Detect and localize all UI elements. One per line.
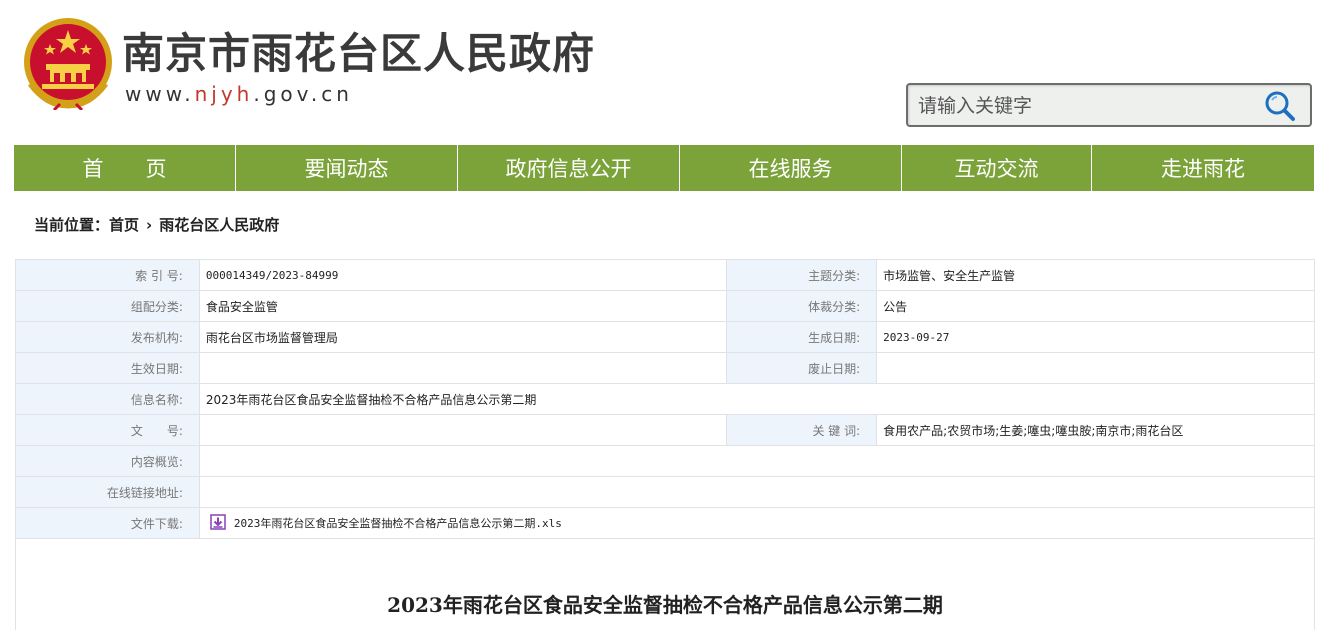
effective-date-value bbox=[198, 352, 728, 384]
site-url[interactable]: www.njyh.gov.cn bbox=[125, 82, 353, 106]
summary-value bbox=[198, 445, 1316, 477]
nav-item-about[interactable]: 走进雨花 bbox=[1092, 145, 1314, 191]
table-row: 信息名称: 2023年雨花台区食品安全监督抽检不合格产品信息公示第二期 bbox=[15, 383, 1316, 415]
info-name-value: 2023年雨花台区食品安全监督抽检不合格产品信息公示第二期 bbox=[198, 383, 1316, 415]
index-label: 索 引 号: bbox=[15, 259, 200, 291]
table-row: 发布机构: 雨花台区市场监督管理局 生成日期: 2023-09-27 bbox=[15, 321, 1315, 353]
table-row: 文件下载: 2023年雨花台区食品安全监督抽检不合格产品信息公示第二期.xls bbox=[15, 507, 1316, 539]
online-link-label: 在线链接地址: bbox=[15, 476, 200, 508]
genre-value: 公告 bbox=[876, 290, 1315, 322]
table-row: 生效日期: 废止日期: bbox=[15, 352, 1315, 384]
article-panel: 2023年雨花台区食品安全监督抽检不合格产品信息公示第二期 bbox=[15, 539, 1315, 630]
search-icon[interactable] bbox=[1264, 90, 1296, 122]
article-title: 2023年雨花台区食品安全监督抽检不合格产品信息公示第二期 bbox=[387, 593, 943, 617]
table-row: 在线链接地址: bbox=[15, 476, 1316, 508]
table-row: 内容概览: bbox=[15, 445, 1316, 477]
index-value: 000014349/2023-84999 bbox=[198, 259, 728, 291]
table-row: 索 引 号: 000014349/2023-84999 主题分类: 市场监管、安… bbox=[15, 259, 1315, 291]
table-row: 组配分类: 食品安全监管 体裁分类: 公告 bbox=[15, 290, 1315, 322]
genre-label: 体裁分类: bbox=[726, 290, 878, 322]
nav-item-gov-info[interactable]: 政府信息公开 bbox=[458, 145, 680, 191]
national-emblem-icon[interactable] bbox=[16, 14, 138, 112]
publisher-label: 发布机构: bbox=[15, 321, 200, 353]
site-url-prefix: www. bbox=[125, 82, 195, 106]
summary-label: 内容概览: bbox=[15, 445, 200, 477]
category-value: 食品安全监管 bbox=[198, 290, 728, 322]
table-row: 文 号: 关 键 词: 食用农产品;农贸市场;生姜;噻虫;噻虫胺;南京市;雨花台… bbox=[15, 414, 1315, 446]
breadcrumb-prefix: 当前位置： bbox=[34, 216, 110, 234]
search-input[interactable] bbox=[918, 91, 1248, 121]
expiry-date-value bbox=[876, 352, 1315, 384]
topic-value: 市场监管、安全生产监管 bbox=[876, 259, 1315, 291]
breadcrumb-home[interactable]: 首页 bbox=[109, 214, 139, 235]
breadcrumb-current[interactable]: 雨花台区人民政府 bbox=[159, 214, 279, 235]
file-download-cell: 2023年雨花台区食品安全监督抽检不合格产品信息公示第二期.xls bbox=[198, 507, 1316, 539]
doc-number-value bbox=[198, 414, 728, 446]
doc-number-label: 文 号: bbox=[15, 414, 200, 446]
site-url-suffix: .gov.cn bbox=[253, 82, 353, 106]
created-date-label: 生成日期: bbox=[726, 321, 878, 353]
info-metadata-table: 索 引 号: 000014349/2023-84999 主题分类: 市场监管、安… bbox=[15, 259, 1316, 539]
download-icon[interactable] bbox=[210, 513, 226, 533]
site-url-accent: njyh bbox=[194, 82, 254, 106]
nav-item-online-service[interactable]: 在线服务 bbox=[680, 145, 902, 191]
file-download-link[interactable]: 2023年雨花台区食品安全监督抽检不合格产品信息公示第二期.xls bbox=[234, 517, 562, 530]
site-title: 南京市雨花台区人民政府 bbox=[122, 29, 596, 78]
file-download-label: 文件下载: bbox=[15, 507, 200, 539]
breadcrumb: 当前位置： 首页 › 雨花台区人民政府 bbox=[34, 214, 279, 235]
chevron-right-icon: › bbox=[146, 215, 153, 234]
keywords-label: 关 键 词: bbox=[726, 414, 878, 446]
effective-date-label: 生效日期: bbox=[15, 352, 200, 384]
expiry-date-label: 废止日期: bbox=[726, 352, 878, 384]
info-name-label: 信息名称: bbox=[15, 383, 200, 415]
search-box bbox=[906, 83, 1312, 127]
nav-item-interaction[interactable]: 互动交流 bbox=[902, 145, 1092, 191]
keywords-value: 食用农产品;农贸市场;生姜;噻虫;噻虫胺;南京市;雨花台区 bbox=[876, 414, 1315, 446]
nav-item-home[interactable]: 首 页 bbox=[14, 145, 236, 191]
publisher-value: 雨花台区市场监督管理局 bbox=[198, 321, 728, 353]
category-label: 组配分类: bbox=[15, 290, 200, 322]
created-date-value: 2023-09-27 bbox=[876, 321, 1315, 353]
topic-label: 主题分类: bbox=[726, 259, 878, 291]
site-header: 南京市雨花台区人民政府 www.njyh.gov.cn bbox=[0, 0, 1328, 140]
main-nav: 首 页 要闻动态 政府信息公开 在线服务 互动交流 走进雨花 bbox=[14, 145, 1314, 191]
nav-item-news[interactable]: 要闻动态 bbox=[236, 145, 458, 191]
online-link-value bbox=[198, 476, 1316, 508]
